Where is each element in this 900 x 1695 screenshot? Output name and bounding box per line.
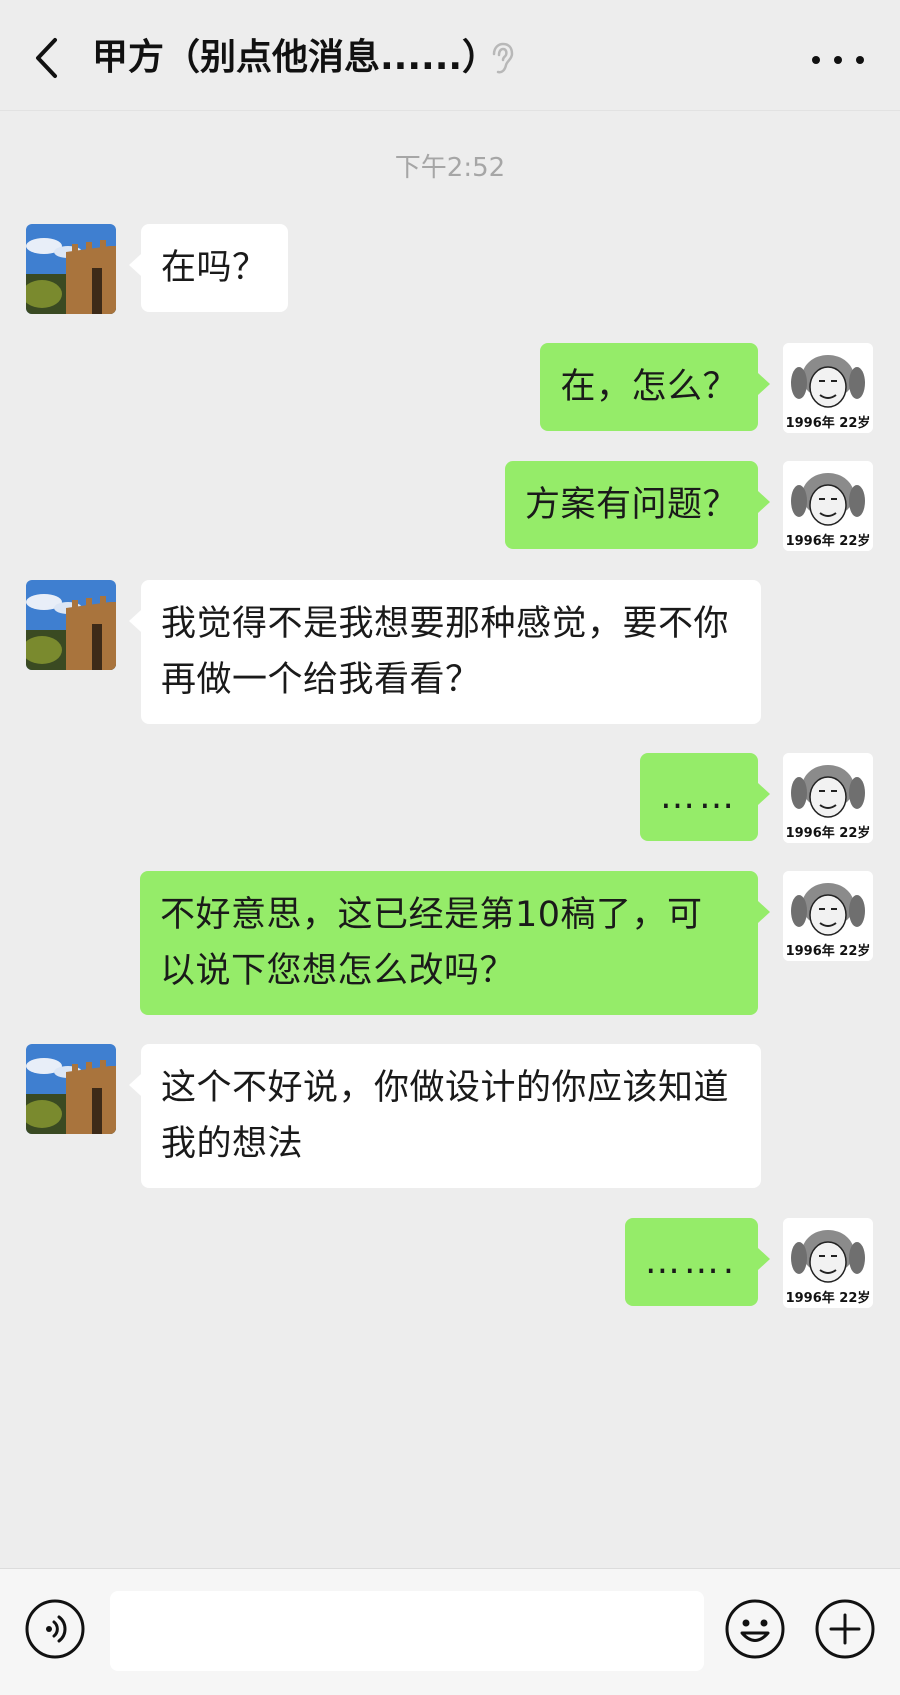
great-wall-photo bbox=[26, 580, 116, 670]
meme-face-avatar: 1996年 22岁 bbox=[783, 461, 873, 551]
chevron-left-icon bbox=[36, 38, 57, 78]
contact-avatar[interactable] bbox=[26, 1044, 116, 1134]
chat-header: 甲方（别点他消息......） bbox=[0, 0, 900, 111]
avatar-caption: 1996年 22岁 bbox=[786, 533, 871, 549]
meme-face-avatar: 1996年 22岁 bbox=[783, 753, 873, 843]
message-bubble-outgoing[interactable]: 方案有问题？ bbox=[504, 461, 771, 549]
contact-avatar[interactable] bbox=[26, 224, 116, 314]
great-wall-photo bbox=[26, 224, 116, 314]
message-bubble-incoming[interactable]: 我觉得不是我想要那种感觉，要不你再做一个给我看看？ bbox=[129, 580, 761, 724]
chat-title: 甲方（别点他消息......） bbox=[92, 37, 499, 78]
contact-avatar[interactable] bbox=[26, 580, 116, 670]
great-wall-photo bbox=[26, 1044, 116, 1134]
back-button[interactable] bbox=[26, 34, 66, 82]
self-avatar[interactable]: 1996年 22岁 bbox=[783, 461, 873, 551]
avatar-caption: 1996年 22岁 bbox=[786, 943, 871, 959]
message-bubble-incoming[interactable]: 在吗？ bbox=[129, 224, 288, 312]
self-avatar[interactable]: 1996年 22岁 bbox=[783, 871, 873, 961]
meme-face-avatar: 1996年 22岁 bbox=[783, 1218, 873, 1308]
avatar-caption: 1996年 22岁 bbox=[786, 1290, 871, 1306]
voice-icon bbox=[25, 1599, 85, 1659]
meme-face-avatar: 1996年 22岁 bbox=[783, 343, 873, 433]
more-icon bbox=[812, 56, 820, 64]
meme-face-avatar: 1996年 22岁 bbox=[783, 871, 873, 961]
message-bubble-outgoing[interactable]: …… bbox=[640, 753, 770, 841]
message-bubble-incoming[interactable]: 这个不好说，你做设计的你应该知道我的想法 bbox=[129, 1044, 761, 1188]
ear-icon bbox=[492, 42, 514, 74]
composer-bar bbox=[0, 1568, 900, 1695]
avatar-caption: 1996年 22岁 bbox=[786, 825, 871, 841]
more-actions-button[interactable] bbox=[814, 1598, 876, 1660]
emoji-icon bbox=[725, 1599, 785, 1659]
more-button[interactable] bbox=[812, 40, 864, 80]
message-bubble-outgoing[interactable]: 不好意思，这已经是第10稿了，可以说下您想怎么改吗？ bbox=[140, 871, 770, 1015]
voice-button[interactable] bbox=[24, 1598, 86, 1660]
avatar-caption: 1996年 22岁 bbox=[786, 415, 871, 431]
message-timestamp: 下午2:52 bbox=[394, 153, 506, 183]
message-bubble-outgoing[interactable]: 在，怎么？ bbox=[540, 343, 770, 431]
message-input[interactable] bbox=[110, 1591, 704, 1671]
emoji-button[interactable] bbox=[724, 1598, 786, 1660]
message-bubble-outgoing[interactable]: ……. bbox=[624, 1218, 771, 1306]
plus-icon bbox=[815, 1599, 875, 1659]
self-avatar[interactable]: 1996年 22岁 bbox=[783, 1218, 873, 1308]
self-avatar[interactable]: 1996年 22岁 bbox=[783, 753, 873, 843]
self-avatar[interactable]: 1996年 22岁 bbox=[783, 343, 873, 433]
